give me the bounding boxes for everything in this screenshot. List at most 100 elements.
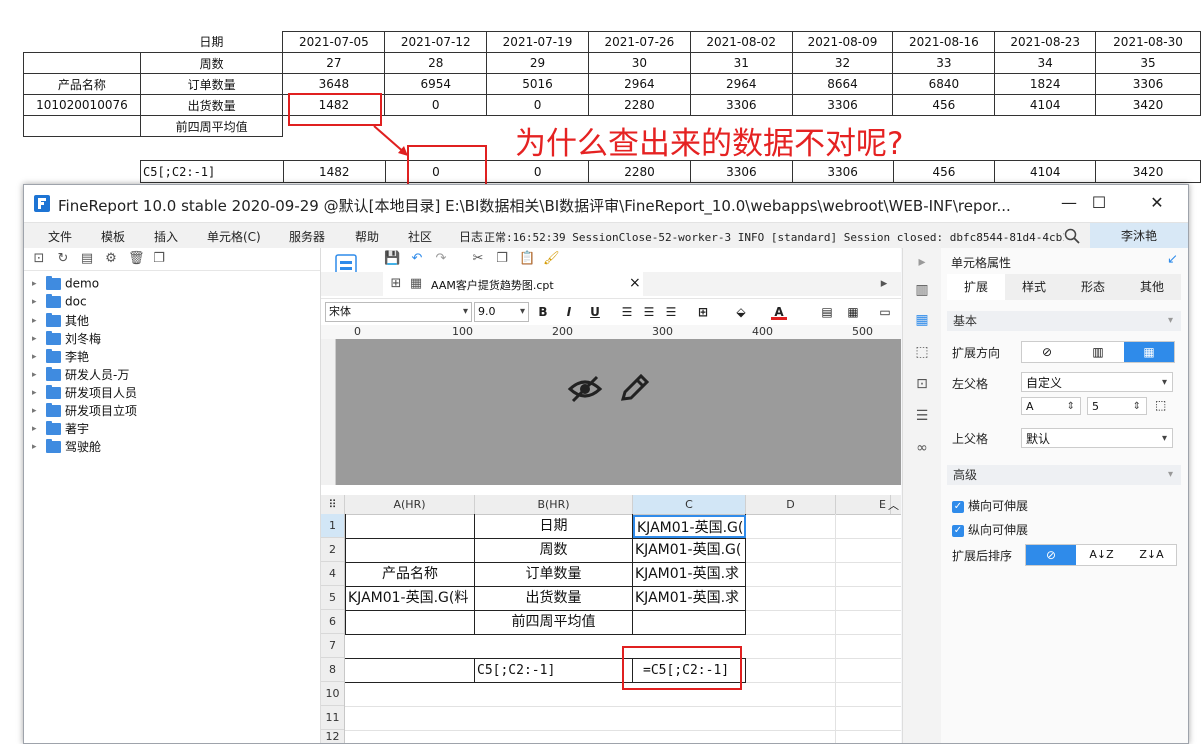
column-header-c[interactable]: C: [633, 495, 746, 514]
menu-insert[interactable]: 插入: [154, 228, 178, 245]
bold-button[interactable]: B: [535, 304, 551, 320]
tree-item-demo[interactable]: ▸ demo: [32, 275, 99, 294]
undo-icon[interactable]: ↶: [410, 252, 424, 266]
collapse-icon[interactable]: ︿: [888, 497, 899, 513]
underline-button[interactable]: U: [587, 304, 603, 320]
row-header[interactable]: 4: [321, 562, 344, 586]
pin-icon[interactable]: ↙: [1167, 252, 1178, 267]
column-header-a[interactable]: A(HR): [345, 495, 475, 514]
vertical-expand-checkbox[interactable]: ✓ 纵向可伸展: [952, 521, 1028, 538]
condition-icon[interactable]: ☰: [914, 408, 930, 424]
row-header[interactable]: 6: [321, 610, 344, 634]
tab-form[interactable]: 形态: [1064, 274, 1122, 300]
section-basic[interactable]: 基本 ▾: [947, 311, 1181, 331]
no-expand-icon[interactable]: ⊘: [1022, 342, 1072, 362]
align-right-icon[interactable]: ☰: [663, 304, 679, 320]
cell-b1[interactable]: 日期: [475, 515, 632, 538]
top-parent-select[interactable]: 默认 ▾: [1021, 428, 1173, 448]
merge-cells-icon[interactable]: ▤: [819, 304, 835, 320]
maximize-button[interactable]: ☐: [1084, 191, 1114, 215]
refresh-icon[interactable]: ↻: [56, 252, 70, 266]
copy-icon[interactable]: ❐: [495, 252, 509, 266]
left-parent-select[interactable]: 自定义 ▾: [1021, 372, 1173, 392]
new-folder-icon[interactable]: ⊡: [32, 252, 46, 266]
section-advanced[interactable]: 高级 ▾: [947, 465, 1181, 485]
cell-b4[interactable]: 订单数量: [475, 563, 632, 586]
frame-icon[interactable]: ⬚: [914, 344, 930, 360]
cell-b2[interactable]: 周数: [475, 539, 632, 562]
tree-item-ldm[interactable]: ▸ 刘冬梅: [32, 330, 101, 348]
tab-menu-icon[interactable]: ▸: [877, 277, 891, 291]
border-icon[interactable]: ⊞: [695, 304, 711, 320]
close-button[interactable]: ✕: [1142, 191, 1172, 215]
cell-c4[interactable]: KJAM01-英国.求: [633, 563, 745, 586]
tree-item-other[interactable]: ▸ 其他: [32, 312, 89, 330]
document-tab-close[interactable]: ×: [629, 275, 641, 291]
copy-icon[interactable]: ❐: [152, 252, 166, 266]
properties-icon[interactable]: ▤: [80, 252, 94, 266]
cell-c2[interactable]: KJAM01-英国.G(: [633, 539, 745, 562]
row-header[interactable]: 5: [321, 586, 344, 610]
tree-item-ly[interactable]: ▸ 李艳: [32, 348, 89, 366]
tree-item-rd-wan[interactable]: ▸ 研发人员-万: [32, 366, 129, 384]
left-parent-row-input[interactable]: 5 ⇕: [1087, 397, 1147, 415]
hide-icon[interactable]: [567, 375, 603, 403]
tree-item-rd-project[interactable]: ▸ 研发项目立项: [32, 402, 137, 420]
cell-picker-icon[interactable]: ⬚: [1155, 398, 1166, 412]
cell-a5[interactable]: KJAM01-英国.G(料: [346, 587, 474, 610]
collapse-arrow-icon[interactable]: ▸: [914, 254, 930, 270]
cell-a4[interactable]: 产品名称: [346, 563, 474, 586]
format-painter-icon[interactable]: 🖌: [543, 252, 560, 266]
row-header[interactable]: 10: [321, 682, 344, 706]
menu-community[interactable]: 社区: [408, 228, 432, 245]
cell-c5[interactable]: KJAM01-英国.求: [633, 587, 745, 610]
row-header[interactable]: 2: [321, 538, 344, 562]
unmerge-cells-icon[interactable]: ▦: [845, 304, 861, 320]
row-header[interactable]: 11: [321, 706, 344, 730]
cell-b5[interactable]: 出货数量: [475, 587, 632, 610]
save-icon[interactable]: 💾: [384, 252, 400, 266]
tab-style[interactable]: 样式: [1005, 274, 1063, 300]
column-header-e[interactable]: E: [836, 495, 891, 514]
font-size-select[interactable]: 9.0 ▾: [474, 302, 529, 322]
cell-b6[interactable]: 前四周平均值: [475, 611, 632, 634]
minimize-button[interactable]: —: [1054, 191, 1084, 215]
sort-descending-icon[interactable]: Z↓A: [1127, 545, 1176, 565]
cell-attr-icon[interactable]: ▦: [914, 312, 930, 328]
redo-icon[interactable]: ↷: [434, 252, 448, 266]
paste-icon[interactable]: 📋: [519, 252, 535, 266]
select-all-corner[interactable]: ⠿: [321, 495, 345, 514]
row-header[interactable]: 8: [321, 658, 344, 682]
tab-other[interactable]: 其他: [1123, 274, 1181, 300]
user-badge[interactable]: 李沐艳: [1090, 223, 1188, 249]
row-header[interactable]: 1: [321, 514, 344, 538]
cell-c1[interactable]: KJAM01-英国.G(: [633, 515, 746, 538]
menu-log[interactable]: 日志: [459, 228, 483, 245]
horizontal-expand-checkbox[interactable]: ✓ 横向可伸展: [952, 497, 1028, 514]
font-color-icon[interactable]: A: [771, 304, 787, 320]
page-setup-icon[interactable]: ▥: [914, 282, 930, 298]
align-left-icon[interactable]: ☰: [619, 304, 635, 320]
font-family-select[interactable]: 宋体 ▾: [325, 302, 472, 322]
menu-file[interactable]: 文件: [48, 228, 72, 245]
menu-cell[interactable]: 单元格(C): [207, 228, 261, 245]
italic-button[interactable]: I: [561, 304, 577, 320]
tree-item-zhuyu[interactable]: ▸ 著宇: [32, 420, 89, 438]
left-parent-column-select[interactable]: A ⇕: [1021, 397, 1081, 415]
delete-icon[interactable]: 🗑: [128, 252, 145, 266]
document-tab[interactable]: ⊞ ▦ AAM客户提货趋势图.cpt ×: [383, 272, 643, 298]
menu-server[interactable]: 服务器: [289, 228, 325, 245]
no-sort-icon[interactable]: ⊘: [1026, 545, 1076, 565]
sort-ascending-icon[interactable]: A↓Z: [1077, 545, 1126, 565]
fill-color-icon[interactable]: ⬙: [733, 304, 749, 320]
search-icon[interactable]: [1064, 228, 1080, 244]
column-header-b[interactable]: B(HR): [475, 495, 633, 514]
menu-template[interactable]: 模板: [101, 228, 125, 245]
widget-icon[interactable]: ⊡: [914, 376, 930, 392]
column-header-d[interactable]: D: [746, 495, 836, 514]
link-icon[interactable]: ∞: [914, 440, 930, 456]
row-header[interactable]: 7: [321, 634, 344, 658]
more-tools-icon[interactable]: ▭: [877, 304, 893, 320]
menu-help[interactable]: 帮助: [355, 228, 379, 245]
settings-icon[interactable]: ⚙: [104, 252, 118, 266]
